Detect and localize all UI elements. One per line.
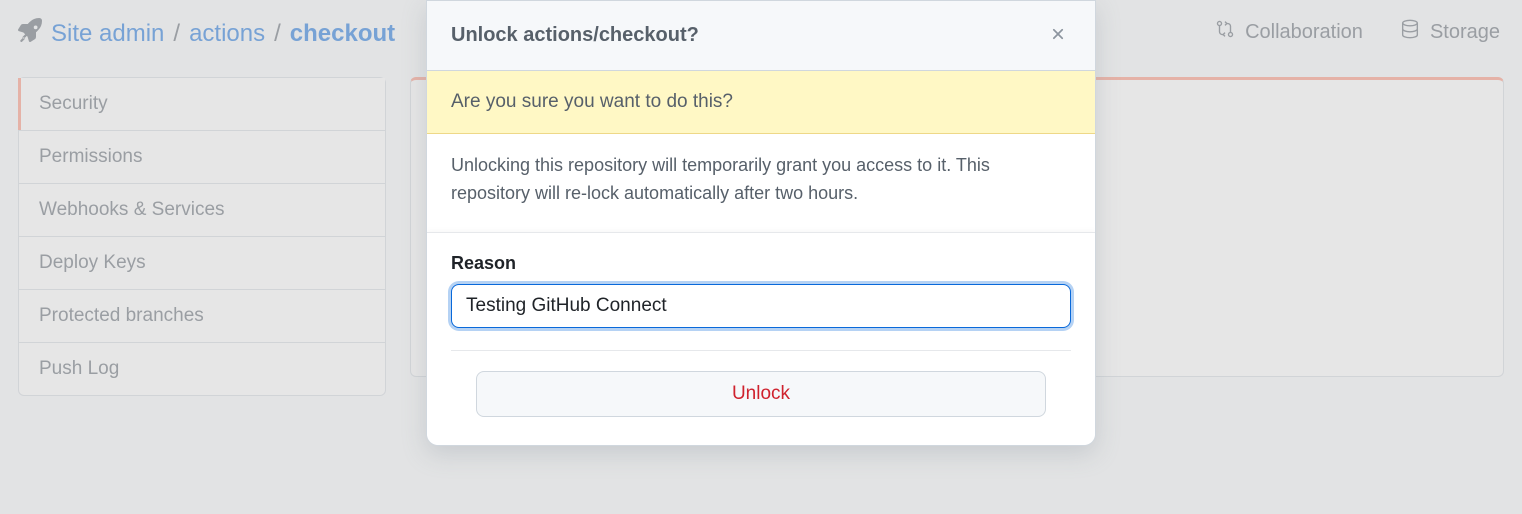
reason-label: Reason [451, 253, 1071, 274]
reason-input[interactable] [451, 284, 1071, 328]
modal-description: Unlocking this repository will temporari… [451, 152, 1071, 208]
close-icon [1049, 31, 1067, 46]
modal-warning: Are you sure you want to do this? [427, 71, 1095, 134]
close-button[interactable] [1045, 21, 1071, 50]
unlock-modal: Unlock actions/checkout? Are you sure yo… [426, 0, 1096, 446]
unlock-button[interactable]: Unlock [476, 371, 1046, 417]
modal-title: Unlock actions/checkout? [451, 24, 699, 47]
divider [451, 350, 1071, 351]
